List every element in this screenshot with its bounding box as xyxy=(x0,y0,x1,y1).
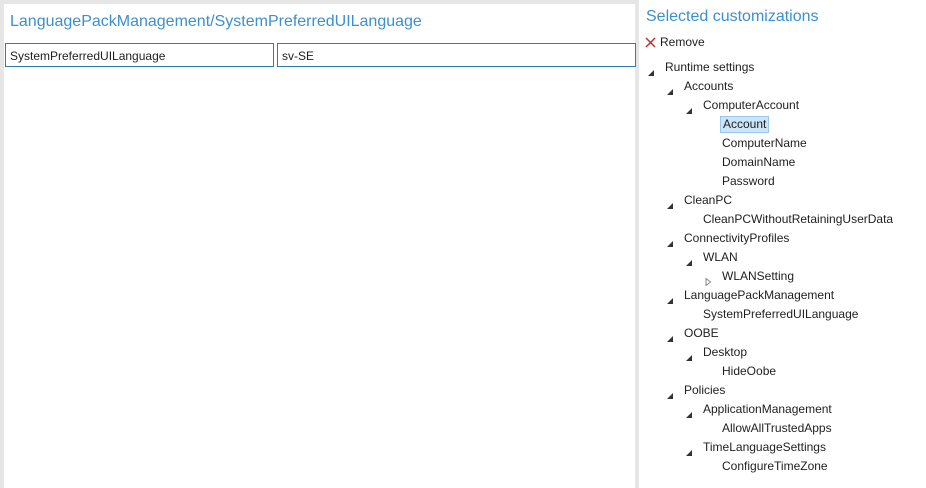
tree-node[interactable]: WLANSetting xyxy=(639,267,926,287)
tree-node[interactable]: OOBE xyxy=(639,324,926,343)
tree-node-label: Desktop xyxy=(703,345,748,359)
setting-row: SystemPreferredUILanguage sv-SE xyxy=(5,43,636,67)
tree-node[interactable]: Runtime settings xyxy=(639,58,926,77)
tree-node[interactable]: WLAN xyxy=(639,248,926,267)
setting-value-field[interactable]: sv-SE xyxy=(277,43,636,67)
tree-node-label: CleanPCWithoutRetainingUserData xyxy=(703,212,894,226)
tree-node[interactable]: Password xyxy=(639,172,926,191)
expanded-triangle-icon[interactable] xyxy=(685,349,693,361)
tree-node[interactable]: DomainName xyxy=(639,153,926,172)
expanded-triangle-icon[interactable] xyxy=(666,292,674,304)
tree-node[interactable]: SystemPreferredUILanguage xyxy=(639,305,926,324)
tree-node-label: ConnectivityProfiles xyxy=(684,231,790,245)
tree-node-label: HideOobe xyxy=(722,364,777,378)
tree-node[interactable]: TimeLanguageSettings xyxy=(639,438,926,457)
tree-node-label: LanguagePackManagement xyxy=(684,288,835,302)
tree-node-label: AllowAllTrustedApps xyxy=(722,421,832,435)
tree-node-label: Accounts xyxy=(684,79,734,93)
selected-customizations-pane: Selected customizations Remove Runtime s… xyxy=(639,0,926,488)
setting-editor-pane: LanguagePackManagement/SystemPreferredUI… xyxy=(4,4,636,488)
setting-path-title: LanguagePackManagement/SystemPreferredUI… xyxy=(10,13,422,30)
tree-node-label: ApplicationManagement xyxy=(703,402,832,416)
tree-node-label: WLAN xyxy=(703,250,738,264)
tree-node-label: TimeLanguageSettings xyxy=(703,440,826,454)
tree-node[interactable]: Accounts xyxy=(639,77,926,96)
tree-node[interactable]: ApplicationManagement xyxy=(639,400,926,419)
tree-node[interactable]: Policies xyxy=(639,381,926,400)
tree-node[interactable]: ComputerAccount xyxy=(639,96,926,115)
expanded-triangle-icon[interactable] xyxy=(666,197,674,209)
expanded-triangle-icon[interactable] xyxy=(685,444,693,456)
remove-button[interactable]: Remove xyxy=(645,34,705,50)
expanded-triangle-icon[interactable] xyxy=(685,254,693,266)
expanded-triangle-icon[interactable] xyxy=(685,406,693,418)
tree-node-label: WLANSetting xyxy=(722,269,795,283)
tree-node-label: ComputerName xyxy=(722,136,807,150)
tree-node[interactable]: Account xyxy=(639,115,926,134)
tree-node-label: OOBE xyxy=(684,326,719,340)
tree-node-label: SystemPreferredUILanguage xyxy=(703,307,859,321)
tree-node[interactable]: ConfigureTimeZone xyxy=(639,457,926,476)
tree-node[interactable]: CleanPCWithoutRetainingUserData xyxy=(639,210,926,229)
close-icon xyxy=(645,37,656,48)
tree-node[interactable]: CleanPC xyxy=(639,191,926,210)
tree-node-label: ComputerAccount xyxy=(703,98,800,112)
expanded-triangle-icon[interactable] xyxy=(685,102,693,114)
expanded-triangle-icon[interactable] xyxy=(647,64,655,76)
tree-node-label: ConfigureTimeZone xyxy=(722,459,828,473)
tree-node[interactable]: Desktop xyxy=(639,343,926,362)
panel-title: Selected customizations xyxy=(646,8,819,25)
tree-node-label: Runtime settings xyxy=(665,60,755,74)
expanded-triangle-icon[interactable] xyxy=(666,330,674,342)
expanded-triangle-icon[interactable] xyxy=(666,387,674,399)
tree-node[interactable]: HideOobe xyxy=(639,362,926,381)
tree-node-label: CleanPC xyxy=(684,193,733,207)
remove-label: Remove xyxy=(660,35,705,49)
tree-node[interactable]: ConnectivityProfiles xyxy=(639,229,926,248)
setting-name-cell: SystemPreferredUILanguage xyxy=(5,43,274,67)
tree-node-label: Password xyxy=(722,174,775,188)
tree-node-label: DomainName xyxy=(722,155,796,169)
tree-node-label: Policies xyxy=(684,383,726,397)
expanded-triangle-icon[interactable] xyxy=(666,83,674,95)
expanded-triangle-icon[interactable] xyxy=(666,235,674,247)
tree-node[interactable]: ComputerName xyxy=(639,134,926,153)
collapsed-triangle-icon[interactable] xyxy=(704,273,712,287)
tree-node-label: Account xyxy=(720,116,770,133)
tree-node[interactable]: AllowAllTrustedApps xyxy=(639,419,926,438)
tree-node[interactable]: LanguagePackManagement xyxy=(639,286,926,305)
